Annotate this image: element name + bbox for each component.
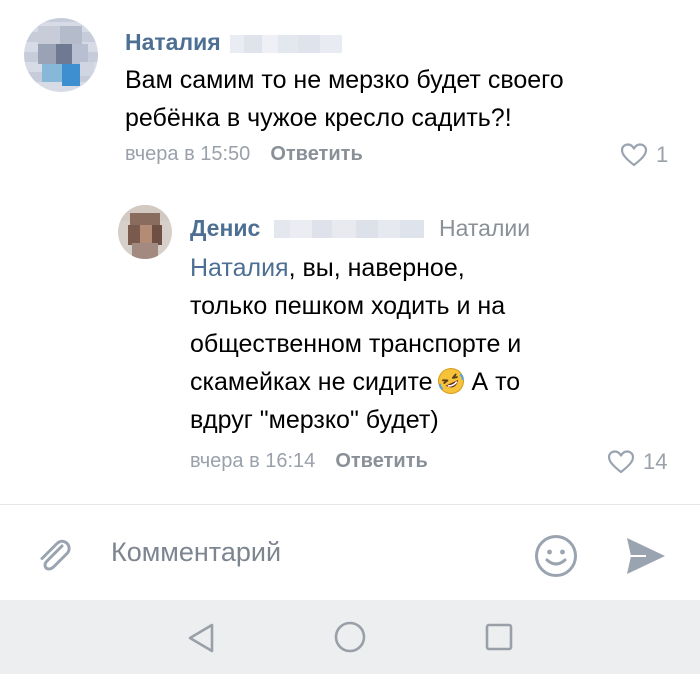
rolling-laughing-emoji-icon	[437, 368, 464, 394]
author-surname-blurred	[230, 35, 342, 53]
text-line: скамейках не сидите	[190, 368, 433, 396]
comment-composer: Комментарий	[0, 504, 700, 601]
comment-author[interactable]: Наталия	[125, 29, 221, 56]
comment-meta: вчера в 15:50 Ответить	[125, 143, 363, 166]
like-button[interactable]: 14	[607, 449, 667, 475]
system-navigation-bar	[0, 600, 700, 674]
send-icon[interactable]	[624, 535, 668, 577]
comment-text: Наталия, вы, наверное, только пешком ход…	[190, 249, 670, 439]
reply-button[interactable]: Ответить	[270, 143, 362, 165]
reply-to-name[interactable]: Наталии	[439, 215, 530, 242]
comment-author[interactable]: Денис	[190, 215, 260, 242]
comment-input[interactable]: Комментарий	[111, 537, 281, 568]
circle-home-icon[interactable]	[333, 620, 367, 654]
text-line: вдруг "мерзко" будет)	[190, 406, 439, 434]
comment-time: вчера в 16:14	[190, 450, 316, 472]
heart-icon	[620, 143, 648, 167]
text-line: общественном транспорте и	[190, 330, 522, 358]
like-count: 14	[643, 449, 668, 474]
comment-meta: вчера в 16:14 Ответить	[190, 450, 428, 473]
comment-text: Вам самим то не мерзко будет своего ребё…	[125, 66, 564, 132]
comment-time: вчера в 15:50	[125, 143, 251, 165]
triangle-back-icon[interactable]	[186, 622, 216, 654]
comment-1: Наталия Вам самим то не мерзко будет сво…	[0, 0, 700, 185]
avatar[interactable]	[118, 205, 172, 259]
reply-button[interactable]: Ответить	[335, 450, 427, 472]
square-recents-icon[interactable]	[484, 622, 514, 652]
smiley-icon[interactable]	[533, 533, 579, 579]
heart-icon	[607, 450, 635, 474]
avatar[interactable]	[24, 18, 98, 92]
like-button[interactable]: 1	[620, 142, 668, 168]
paperclip-icon[interactable]	[32, 533, 76, 577]
like-count: 1	[656, 142, 669, 167]
text-line: А то	[464, 368, 521, 396]
text-line: только пешком ходить и на	[190, 292, 506, 320]
author-surname-blurred	[274, 220, 424, 238]
mention-link[interactable]: Наталия	[190, 254, 289, 282]
comments-screen: Наталия Вам самим то не мерзко будет сво…	[0, 0, 700, 674]
text-line: , вы, наверное,	[288, 254, 465, 282]
